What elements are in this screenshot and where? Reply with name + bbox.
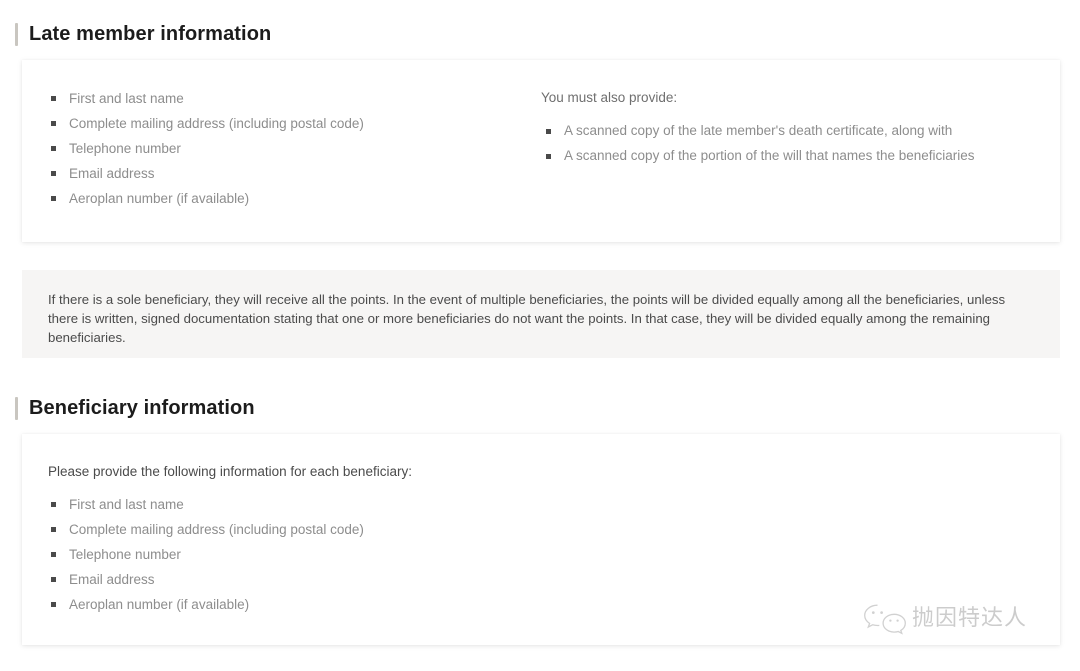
square-bullet-icon <box>51 527 56 532</box>
list-item-label: Aeroplan number (if available) <box>69 191 250 206</box>
callout-beneficiary-points-note: If there is a sole beneficiary, they wil… <box>22 270 1060 358</box>
heading-accent-bar-icon <box>15 22 18 46</box>
square-bullet-icon <box>51 602 56 607</box>
section-heading-beneficiary: Beneficiary information <box>15 396 255 420</box>
list-item: Complete mailing address (including post… <box>46 517 1036 542</box>
list-item-label: A scanned copy of the portion of the wil… <box>564 147 975 163</box>
square-bullet-icon <box>51 577 56 582</box>
list-item: Telephone number <box>46 136 541 161</box>
square-bullet-icon <box>51 96 56 101</box>
late-member-left-column: First and last name Complete mailing add… <box>46 86 541 211</box>
late-member-right-column: You must also provide: A scanned copy of… <box>541 86 1036 211</box>
list-item-label: Telephone number <box>69 141 181 156</box>
list-item: Telephone number <box>46 542 1036 567</box>
late-member-required-list: First and last name Complete mailing add… <box>46 86 541 211</box>
square-bullet-icon <box>546 153 551 159</box>
square-bullet-icon <box>51 146 56 151</box>
beneficiary-required-list: First and last name Complete mailing add… <box>46 492 1036 617</box>
late-member-documents-list: A scanned copy of the late member's deat… <box>541 119 1036 168</box>
list-item-label: Complete mailing address (including post… <box>69 522 364 537</box>
list-item: Email address <box>46 161 541 186</box>
list-item-label: Aeroplan number (if available) <box>69 597 250 612</box>
list-item: Aeroplan number (if available) <box>46 186 541 211</box>
list-item-label: Telephone number <box>69 547 181 562</box>
list-item-label: Complete mailing address (including post… <box>69 116 364 131</box>
list-item-label: First and last name <box>69 497 184 512</box>
list-item-label: Email address <box>69 572 155 587</box>
square-bullet-icon <box>51 121 56 126</box>
callout-text: If there is a sole beneficiary, they wil… <box>48 292 1006 345</box>
list-item: A scanned copy of the portion of the wil… <box>541 144 1036 169</box>
list-item-label: A scanned copy of the late member's deat… <box>564 123 953 138</box>
beneficiary-intro-text: Please provide the following information… <box>48 464 412 479</box>
card-inner: Please provide the following information… <box>22 434 1060 617</box>
page-title-beneficiary: Beneficiary information <box>29 397 255 419</box>
card-beneficiary-information: Please provide the following information… <box>22 434 1060 645</box>
list-item: Aeroplan number (if available) <box>46 592 1036 617</box>
square-bullet-icon <box>51 552 56 557</box>
list-item: A scanned copy of the late member's deat… <box>541 119 1036 144</box>
square-bullet-icon <box>546 129 551 134</box>
list-item: First and last name <box>46 492 1036 517</box>
square-bullet-icon <box>51 502 56 507</box>
list-item: First and last name <box>46 86 541 111</box>
list-item-label: Email address <box>69 166 155 181</box>
list-item: Email address <box>46 567 1036 592</box>
card-late-member-information: First and last name Complete mailing add… <box>22 60 1060 242</box>
heading-accent-bar-icon <box>15 396 18 420</box>
document-page: Late member information First and last n… <box>0 0 1080 671</box>
list-item-label: First and last name <box>69 91 184 106</box>
list-item: Complete mailing address (including post… <box>46 111 541 136</box>
must-also-provide-label: You must also provide: <box>541 90 678 105</box>
section-heading-late-member: Late member information <box>15 22 271 46</box>
square-bullet-icon <box>51 171 56 176</box>
page-title-late-member: Late member information <box>29 23 272 45</box>
card-columns: First and last name Complete mailing add… <box>22 60 1060 211</box>
square-bullet-icon <box>51 196 56 201</box>
